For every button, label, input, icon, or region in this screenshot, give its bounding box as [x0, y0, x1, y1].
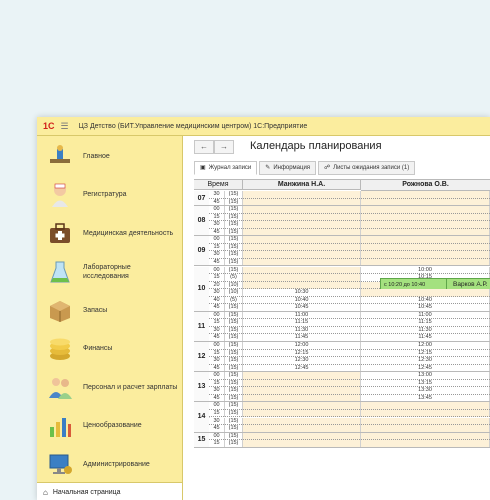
sidebar-item[interactable]: Регистратура: [37, 177, 182, 213]
title-bar: 1С ☰ ЦЗ Детство (БИТ.Управление медицинс…: [37, 117, 490, 136]
time-slot-row: 15 (15): [209, 213, 490, 222]
time-slot-row: 00 (15) 10:00: [209, 266, 490, 275]
sidebar-item-label: Финансы: [83, 345, 113, 352]
hour-label: 09: [194, 236, 210, 267]
back-button[interactable]: ←: [194, 140, 214, 154]
time-slot-row: 15 (15): [209, 243, 490, 252]
time-slot-row: 00 (15) 12:00 12:00: [209, 342, 490, 350]
medical-bag-icon: [47, 220, 73, 246]
hour-label: 08: [194, 206, 210, 237]
sidebar-item[interactable]: Финансы: [37, 331, 182, 367]
tab-journal-label: Журнал записи: [208, 165, 252, 171]
time-slot-row: 30 (15) 13:30: [209, 387, 490, 395]
time-slot-row: 30 (15): [209, 191, 490, 199]
time-slot-row: 00 (15) 11:00 11:00: [209, 311, 490, 320]
box-icon: [47, 297, 73, 323]
sidebar: Администрирование Ценообразование Персонал…: [37, 136, 183, 500]
tab-info-label: Информация: [273, 165, 311, 171]
hour-label: 12: [194, 342, 210, 373]
journal-icon: ▣: [200, 165, 206, 171]
time-slot-row: 00 (15): [209, 236, 490, 244]
price-chart-icon: [47, 413, 73, 439]
coins-icon: [47, 336, 73, 362]
doctor-column-header[interactable]: Манжина Н.А.: [243, 180, 361, 190]
time-slot-row: 15 (15) 11:15 11:15: [209, 319, 490, 327]
time-slot-row: 30 (15): [209, 221, 490, 229]
app-window: 1С ☰ ЦЗ Детство (БИТ.Управление медицинс…: [37, 117, 490, 500]
menu-icon[interactable]: ☰: [61, 121, 69, 132]
hour-label: 15: [194, 432, 210, 448]
appointment-patient: Варков А.Р.: [453, 281, 488, 289]
home-page-label: Начальная страница: [52, 488, 121, 496]
sidebar-item-label: Запасы: [83, 306, 108, 314]
window-title: ЦЗ Детство (БИТ.Управление медицинским ц…: [78, 122, 308, 130]
waiting-list-icon: ☍: [324, 165, 331, 171]
home-page-tab[interactable]: ⌂ Начальная страница: [37, 482, 182, 500]
tab-journal[interactable]: ▣ Журнал записи: [194, 161, 258, 175]
main-panel: ← → Календарь планирования ▣ Журнал запи…: [184, 136, 490, 500]
row-divider: [209, 446, 490, 448]
sidebar-item-label: Ценообразование: [83, 422, 142, 429]
time-column-header: Время: [194, 180, 243, 190]
hour-label: 07: [194, 191, 210, 207]
hour-label: 13: [194, 372, 210, 403]
time-slot-row: 45 (15): [209, 258, 490, 267]
page-title: Календарь планирования: [250, 140, 382, 152]
time-slot-row: 30 (10) 10:30: [209, 289, 490, 297]
nurse-icon: [47, 182, 73, 208]
home-icon: ⌂: [43, 487, 48, 497]
sidebar-item[interactable]: Главное: [37, 138, 182, 174]
tab-bar: ▣ Журнал записи ✎ Информация ☍ Листы ожи…: [194, 161, 417, 175]
time-slot-row: 40 (5) 10:40 10:40: [209, 296, 490, 305]
sidebar-item-label: Главное: [83, 152, 110, 160]
hour-label: 11: [194, 311, 210, 342]
time-slot-row: 30 (15) 12:30 12:30: [209, 357, 490, 365]
staff-icon: [47, 374, 73, 400]
desk-icon: [47, 143, 73, 169]
time-slot-row: 45 (15) 13:45: [209, 394, 490, 403]
time-slot-row: 45 (15) 10:45 10:45: [209, 304, 490, 312]
admin-computer-icon: [47, 451, 73, 477]
time-slot-row: 00 (15): [209, 402, 490, 410]
time-slot-row: 00 (15): [209, 432, 490, 441]
time-slot-row: 00 (15) 13:00: [209, 372, 490, 380]
time-slot-row: 45 (15): [209, 198, 490, 207]
time-slot-row: 30 (15): [209, 251, 490, 259]
tab-info[interactable]: ✎ Информация: [259, 161, 317, 175]
time-slot-row: 15 (15) 13:15: [209, 379, 490, 388]
time-slot-row: 45 (15) 11:45 11:45: [209, 334, 490, 342]
sidebar-item[interactable]: Персонал и расчет зарплаты: [37, 369, 182, 405]
sidebar-item-label: Администрирование: [83, 460, 150, 468]
sidebar-item[interactable]: Медицинская деятельность: [37, 215, 182, 251]
sidebar-item[interactable]: Ценообразование: [37, 408, 182, 444]
sidebar-item-label: Регистратура: [83, 191, 127, 198]
tab-waiting-lists-label: Листы ожидания записи (1): [333, 165, 410, 171]
time-slot-row: 30 (15) 11:30 11:30: [209, 326, 490, 335]
time-slot-row: 45 (15) 12:45 12:45: [209, 364, 490, 373]
app-logo: 1С: [43, 121, 55, 131]
forward-button[interactable]: →: [214, 140, 234, 154]
time-slot-row: 30 (15): [209, 417, 490, 426]
time-slot-row: 15 (15): [209, 409, 490, 418]
sidebar-item-label: Персонал и расчет зарплаты: [83, 383, 178, 391]
sidebar-item[interactable]: Лабораторные исследования: [37, 254, 182, 290]
hour-label: 10: [194, 266, 210, 312]
doctor-column-header[interactable]: Рожнова О.В.: [361, 180, 490, 191]
time-slot-row: 00 (15): [209, 206, 490, 214]
sidebar-item-label: Лабораторные исследования: [83, 263, 131, 280]
time-slot-row: 45 (15): [209, 425, 490, 433]
lab-flask-icon: [47, 259, 73, 285]
schedule-grid: Время Манжина Н.А. Рожнова О.В. 07 30 (15)…: [194, 179, 490, 500]
sidebar-item-label: Медицинская деятельность: [83, 229, 174, 237]
tab-waiting-lists[interactable]: ☍ Листы ожидания записи (1): [318, 161, 416, 175]
time-slot-row: 15 (15): [209, 440, 490, 448]
time-slot-row: 45 (15): [209, 228, 490, 237]
hour-label: 14: [194, 402, 210, 433]
time-slot-row: 15 (15) 12:15 12:15: [209, 349, 490, 358]
sidebar-item[interactable]: Запасы: [37, 292, 182, 328]
info-icon: ✎: [265, 165, 271, 171]
sidebar-item[interactable]: Администрирование: [37, 446, 182, 482]
